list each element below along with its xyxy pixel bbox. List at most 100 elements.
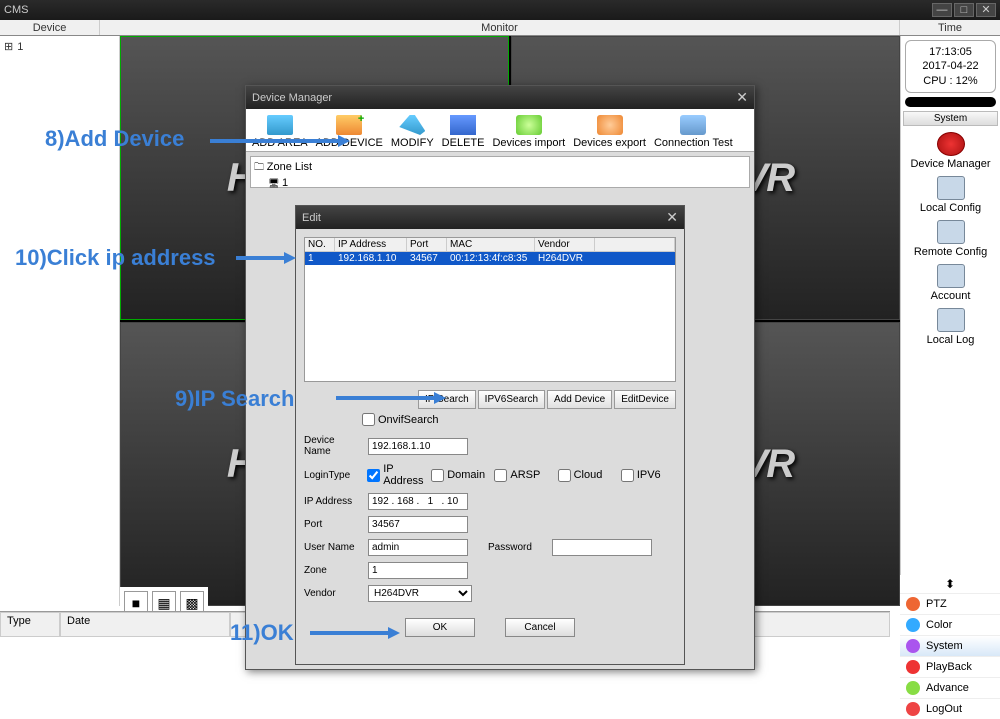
system-header: System — [903, 111, 998, 126]
arrow-11 — [310, 627, 400, 639]
login-domain-checkbox[interactable]: Domain — [431, 469, 486, 482]
add-device-icon — [336, 115, 362, 135]
right-panel: 17:13:05 2017-04-22 CPU : 12% System Dev… — [900, 36, 1000, 606]
label-zone: Zone — [304, 565, 360, 576]
advance-icon — [906, 681, 920, 695]
log-date-header: Date — [60, 612, 230, 637]
arrow-8 — [210, 135, 350, 147]
ok-button[interactable]: OK — [405, 618, 475, 637]
system-icon — [906, 639, 920, 653]
arrow-9 — [336, 392, 446, 404]
annotation-10: 10)Click ip address — [15, 245, 216, 271]
sys-remote-config[interactable]: Remote Config — [901, 220, 1000, 258]
scroll-arrows[interactable]: ⬍ — [900, 575, 1000, 593]
device-tree-root[interactable]: 1 — [4, 40, 115, 53]
arrow-10 — [236, 252, 296, 264]
device-col-header: Device — [0, 20, 100, 35]
menu-playback[interactable]: PlayBack — [900, 656, 1000, 677]
import-button[interactable]: Devices import — [488, 115, 569, 149]
local-config-icon — [937, 176, 965, 200]
ptz-icon — [906, 597, 920, 611]
onvif-checkbox[interactable]: OnvifSearch — [362, 413, 439, 426]
add-area-icon — [267, 115, 293, 135]
logout-icon — [906, 702, 920, 716]
playback-icon — [906, 660, 920, 674]
import-icon — [516, 115, 542, 135]
col-port[interactable]: Port — [407, 238, 447, 251]
edit-dialog: Edit ✕ NO. IP Address Port MAC Vendor 1 … — [295, 205, 685, 665]
export-icon — [597, 115, 623, 135]
label-password: Password — [488, 542, 544, 553]
dm-close-icon[interactable]: ✕ — [736, 89, 748, 106]
menu-system[interactable]: System — [900, 635, 1000, 656]
clock-date: 2017-04-22 — [910, 59, 991, 73]
monitor-col-header: Monitor — [100, 20, 900, 35]
maximize-button[interactable]: □ — [954, 3, 974, 17]
label-vendor: Vendor — [304, 588, 360, 599]
ip-address-input[interactable] — [368, 493, 468, 510]
device-manager-icon — [937, 132, 965, 156]
zone-list-title: Zone List — [254, 160, 746, 177]
zone-list[interactable]: Zone List 1 — [250, 156, 750, 188]
col-vendor[interactable]: Vendor — [535, 238, 595, 251]
color-icon — [906, 618, 920, 632]
right-bottom-menu: ⬍ PTZ Color System PlayBack Advance LogO… — [900, 575, 1000, 719]
menu-advance[interactable]: Advance — [900, 677, 1000, 698]
conn-test-button[interactable]: Connection Test — [650, 115, 737, 149]
device-panel: 1 — [0, 36, 120, 606]
zone-input[interactable] — [368, 562, 468, 579]
system-black-bar — [905, 97, 996, 107]
local-log-icon — [937, 308, 965, 332]
menu-logout[interactable]: LogOut — [900, 698, 1000, 719]
login-ipv6-checkbox[interactable]: IPV6 — [621, 469, 676, 482]
clock-time: 17:13:05 — [910, 45, 991, 59]
app-title: CMS — [4, 4, 28, 16]
menu-ptz[interactable]: PTZ — [900, 593, 1000, 614]
clock-box: 17:13:05 2017-04-22 CPU : 12% — [905, 40, 996, 93]
annotation-11: 11)OK — [230, 620, 294, 646]
login-arsp-checkbox[interactable]: ARSP — [494, 469, 549, 482]
username-input[interactable] — [368, 539, 468, 556]
minimize-button[interactable]: — — [932, 3, 952, 17]
clock-cpu: CPU : 12% — [910, 74, 991, 88]
annotation-8: 8)Add Device — [45, 126, 184, 152]
log-type-header: Type — [0, 612, 60, 637]
modify-button[interactable]: MODIFY — [387, 115, 438, 149]
annotation-9: 9)IP Search — [175, 386, 294, 412]
vendor-select[interactable]: H264DVR — [368, 585, 472, 602]
port-input[interactable] — [368, 516, 468, 533]
label-logintype: LoginType — [304, 470, 359, 481]
close-button[interactable]: ✕ — [976, 3, 996, 17]
col-mac[interactable]: MAC — [447, 238, 535, 251]
label-user: User Name — [304, 542, 360, 553]
sys-local-log[interactable]: Local Log — [901, 308, 1000, 346]
label-port: Port — [304, 519, 360, 530]
edit-device-btn[interactable]: EditDevice — [614, 390, 676, 409]
login-ip-checkbox[interactable]: IP Address — [367, 463, 423, 487]
sys-account[interactable]: Account — [901, 264, 1000, 302]
menu-color[interactable]: Color — [900, 614, 1000, 635]
device-row-1[interactable]: 1 192.168.1.10 34567 00:12:13:4f:c8:35 H… — [305, 252, 675, 265]
device-name-input[interactable] — [368, 438, 468, 455]
zone-item-1[interactable]: 1 — [268, 177, 746, 189]
add-device-btn[interactable]: Add Device — [547, 390, 612, 409]
col-no[interactable]: NO. — [305, 238, 335, 251]
export-button[interactable]: Devices export — [569, 115, 650, 149]
col-ip[interactable]: IP Address — [335, 238, 407, 251]
time-col-header: Time — [900, 20, 1000, 35]
cancel-button[interactable]: Cancel — [505, 618, 575, 637]
remote-config-icon — [937, 220, 965, 244]
login-cloud-checkbox[interactable]: Cloud — [558, 469, 613, 482]
label-devname: Device Name — [304, 435, 360, 457]
dm-title: Device Manager — [252, 92, 332, 104]
edit-close-icon[interactable]: ✕ — [666, 209, 678, 226]
delete-button[interactable]: DELETE — [438, 115, 489, 149]
sys-device-manager[interactable]: Device Manager — [901, 132, 1000, 170]
conn-test-icon — [680, 115, 706, 135]
ipv6-search-button[interactable]: IPV6Search — [478, 390, 545, 409]
label-ipaddr: IP Address — [304, 496, 360, 507]
sys-local-config[interactable]: Local Config — [901, 176, 1000, 214]
password-input[interactable] — [552, 539, 652, 556]
delete-icon — [450, 115, 476, 135]
account-icon — [937, 264, 965, 288]
